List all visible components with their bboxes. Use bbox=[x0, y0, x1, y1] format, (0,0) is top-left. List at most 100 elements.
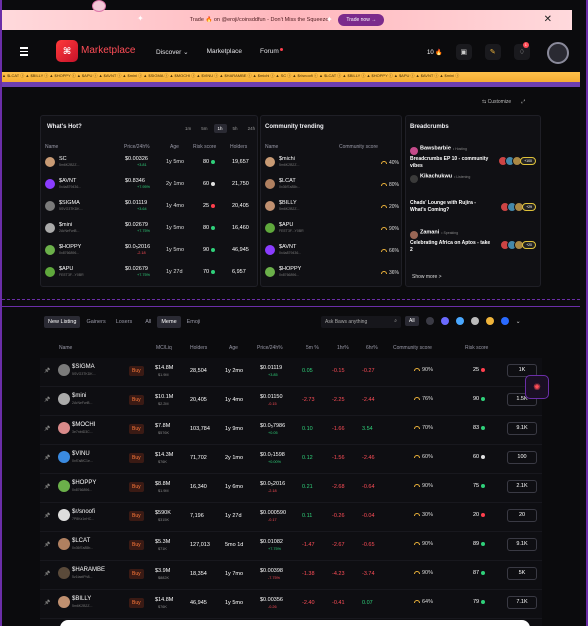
tab-1m[interactable]: 1m bbox=[181, 124, 195, 133]
trending-token-row[interactable]: $michi 5m6K2B2Z... 40% bbox=[265, 154, 399, 176]
buy-button[interactable]: Buy bbox=[129, 540, 144, 550]
table-row[interactable]: 📌 $MOCHI 3e7nbtD3C... Buy $7.8M $576K 103,784 1… bbox=[40, 416, 542, 445]
brand-name[interactable]: Marketplace bbox=[81, 45, 135, 56]
buy-button[interactable]: Buy bbox=[129, 424, 144, 434]
trending-token-row[interactable]: $BILLY 5m6K2B2Z... 20% bbox=[265, 198, 399, 220]
trending-token-row[interactable]: $HOPPY 0x8766896... 36% bbox=[265, 264, 399, 286]
chevron-down-icon[interactable]: ⌄ bbox=[516, 318, 521, 325]
filter-new-listing[interactable]: New Listing bbox=[44, 316, 81, 328]
breadcrumb-space[interactable]: Chads' Lounge with Rujira - What's Comin… bbox=[410, 200, 538, 214]
table-row[interactable]: 📌 $LCAT 0x36f7a85b... Buy $5.3M $71K 127,013 5m… bbox=[40, 532, 542, 561]
trade-now-button[interactable]: Trade now → bbox=[338, 14, 385, 26]
breadcrumb-space[interactable]: Zamani • Speaking Celebrating Africa on Ap… bbox=[410, 228, 538, 254]
trending-token-row[interactable]: $APU FEET3F...Y0BR 90% bbox=[265, 220, 399, 242]
bnb-chain-icon[interactable] bbox=[485, 317, 494, 325]
nav-forum[interactable]: Forum bbox=[260, 48, 283, 56]
table-row[interactable]: 📌 $SIGMA 5SVG3TKDK... Buy $14.8M $1.9M 28,504 1… bbox=[40, 358, 542, 387]
tab-1h[interactable]: 1h bbox=[213, 124, 227, 133]
breadcrumb-space[interactable]: Kikachukwu • Listening bbox=[410, 172, 538, 183]
hot-token-row[interactable]: $SIGMA 5SVG3TKDK... $0.01119 +3.64 1y 4mo 25 2… bbox=[45, 198, 255, 220]
tab-5m[interactable]: 5m bbox=[197, 124, 211, 133]
quick-buy-amount[interactable]: 5K bbox=[507, 567, 537, 580]
token-icon bbox=[265, 223, 275, 233]
buy-button[interactable]: Buy bbox=[129, 482, 144, 492]
score-value: 66% bbox=[388, 248, 399, 254]
breadcrumb-space[interactable]: Bawsbarbie • Hosting Breadcrumbs EP 10 - c… bbox=[410, 144, 538, 170]
filter-all[interactable]: All bbox=[141, 316, 155, 328]
sui-chain-icon[interactable] bbox=[455, 317, 464, 325]
community-score: 90% bbox=[380, 226, 399, 232]
quick-buy-amount[interactable]: 7.1K bbox=[507, 596, 537, 609]
space-title: Celebrating Africa on Aptos - take 2 bbox=[410, 240, 491, 253]
market-cap: $8.8M bbox=[155, 481, 171, 487]
token-symbol: $HOPPY bbox=[72, 480, 97, 486]
score-value: 76% bbox=[422, 396, 434, 402]
table-row[interactable]: 📌 $mini 2ArNeFwf8... Buy $10.1M $2.2M 20,405 1y… bbox=[40, 387, 542, 416]
hot-token-row[interactable]: $mini 2ArNeFwf8... $0.02679 +7.75% 1y 5mo 80 1… bbox=[45, 220, 255, 242]
quick-buy-amount[interactable]: 9.1K bbox=[507, 538, 537, 551]
pin-icon[interactable]: 📌 bbox=[44, 397, 50, 403]
pin-icon[interactable]: 📌 bbox=[44, 484, 50, 490]
pin-icon[interactable]: 📌 bbox=[44, 426, 50, 432]
tab-5h[interactable]: 5h bbox=[229, 124, 242, 133]
buy-button[interactable]: Buy bbox=[129, 453, 144, 463]
buy-button[interactable]: Buy bbox=[129, 598, 144, 608]
pin-icon[interactable]: 📌 bbox=[44, 542, 50, 548]
token-price: $0.000590 bbox=[260, 510, 286, 516]
tab-24h[interactable]: 24h bbox=[244, 124, 260, 133]
buy-button[interactable]: Buy bbox=[129, 395, 144, 405]
filter-gainers[interactable]: Gainers bbox=[82, 316, 109, 328]
pin-icon[interactable]: 📌 bbox=[44, 513, 50, 519]
token-icon bbox=[58, 422, 70, 434]
pin-icon[interactable]: 📌 bbox=[44, 571, 50, 577]
table-row[interactable]: 📌 $VINU 0xf7a8fC1e... Buy $14.3M $76K 71,702 2y… bbox=[40, 445, 542, 474]
filter-meme[interactable]: Meme bbox=[157, 316, 181, 328]
wallet-icon[interactable]: ▣ bbox=[455, 44, 472, 60]
ask-search-input[interactable]: Ask Baws anything ⌕ bbox=[321, 316, 401, 328]
risk-score: 60 bbox=[473, 454, 486, 460]
quick-buy-amount[interactable]: 20 bbox=[507, 509, 537, 522]
filter-emoji[interactable]: Emoji bbox=[183, 316, 205, 328]
trending-token-row[interactable]: $AVNT 0x4a879436... 66% bbox=[265, 242, 399, 264]
quick-buy-amount[interactable]: 100 bbox=[507, 451, 537, 464]
table-row[interactable]: 📌 $HARAMBE 5z1taxtPh8... Buy $3.9M $882K 18,35… bbox=[40, 561, 542, 590]
chain-all[interactable]: All bbox=[405, 316, 419, 326]
table-row[interactable]: 📌 $r/snoofi 7P8Kz1nHC... Buy $590K $315K 7,196… bbox=[40, 503, 542, 532]
hot-token-row[interactable]: SC 5m6K2B2Z... $0.00326 +3.81 1y 5mo 80 19,657 bbox=[45, 154, 255, 176]
eth-chain-icon[interactable] bbox=[440, 317, 449, 325]
customize-button[interactable]: ⇆ Customize bbox=[482, 99, 511, 105]
hot-token-row[interactable]: $APU FEET3F...Y0BR $0.02679 +7.75% 1y 27d 70 6… bbox=[45, 264, 255, 286]
quick-buy-amount[interactable]: 2.1K bbox=[507, 480, 537, 493]
ai-assistant-icon[interactable]: ✺ bbox=[525, 375, 549, 399]
expand-icon[interactable]: ⤢ bbox=[521, 99, 525, 105]
pin-icon[interactable]: 📌 bbox=[44, 600, 50, 606]
1hr-change: -4.23 bbox=[332, 571, 345, 577]
gauge-icon bbox=[414, 397, 420, 400]
hot-token-row[interactable]: $HOPPY 0x8766896... $0.0₅2016 -2.18 1y 5mo 90… bbox=[45, 242, 255, 264]
ton-chain-icon[interactable] bbox=[470, 317, 479, 325]
quick-buy-amount[interactable]: 9.1K bbox=[507, 422, 537, 435]
trending-token-row[interactable]: $LCAT 0x36f7a85b... 80% bbox=[265, 176, 399, 198]
points-counter[interactable]: 10 🔥 bbox=[427, 49, 443, 56]
bell-icon[interactable]: ♢ 1 bbox=[513, 42, 530, 60]
logo-icon[interactable]: ⌘ bbox=[56, 40, 78, 62]
bottom-sheet-handle[interactable] bbox=[60, 620, 530, 626]
pin-icon[interactable]: 📌 bbox=[44, 368, 50, 374]
buy-button[interactable]: Buy bbox=[129, 511, 144, 521]
close-icon[interactable]: ✕ bbox=[544, 14, 552, 25]
table-row[interactable]: 📌 $HOPPY 0x8766896... Buy $8.8M $1.9M 16,340 1y… bbox=[40, 474, 542, 503]
chat-icon[interactable]: ✎ bbox=[484, 44, 501, 60]
nav-marketplace[interactable]: Marketplace bbox=[207, 48, 242, 56]
pin-icon[interactable]: 📌 bbox=[44, 455, 50, 461]
hot-token-row[interactable]: $AVNT 0x4a879436... $0.8346 +7.95% 2y 1mo 60 2… bbox=[45, 176, 255, 198]
menu-icon[interactable] bbox=[20, 47, 28, 56]
table-row[interactable]: 📌 $BILLY 5m6K2B2Z... Buy $14.8M $76K 46,945 1y … bbox=[40, 590, 542, 619]
buy-button[interactable]: Buy bbox=[129, 569, 144, 579]
buy-button[interactable]: Buy bbox=[129, 366, 144, 376]
profile-avatar[interactable] bbox=[547, 42, 569, 64]
show-more-link[interactable]: Show more > bbox=[412, 274, 442, 280]
nav-discover[interactable]: Discover ⌄ bbox=[156, 48, 189, 56]
aptos-chain-icon[interactable] bbox=[425, 317, 434, 325]
base-chain-icon[interactable] bbox=[500, 317, 509, 325]
filter-losers[interactable]: Losers bbox=[112, 316, 137, 328]
